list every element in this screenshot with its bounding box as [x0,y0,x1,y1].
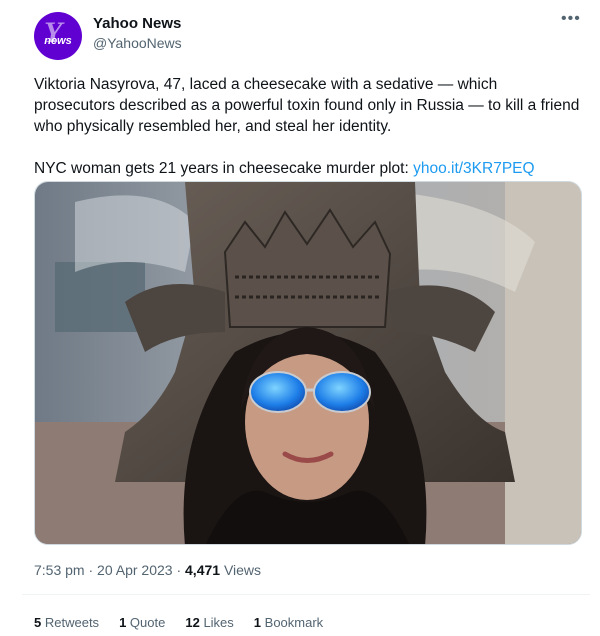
tweet-paragraph-2-text: NYC woman gets 21 years in cheesecake mu… [34,160,414,177]
more-options-icon[interactable]: ••• [561,10,581,28]
views-count: 4,471 [185,562,221,578]
avatar-label: news [44,35,72,47]
likes-label: Likes [203,615,234,630]
divider [22,594,590,595]
tweet-text: Viktoria Nasyrova, 47, laced a cheesecak… [34,74,582,179]
likes-stat[interactable]: 12 Likes [185,615,233,630]
engagement-stats: 5 Retweets 1 Quote 12 Likes 1 Bookmark [34,615,323,630]
tweet-paragraph-1: Viktoria Nasyrova, 47, laced a cheesecak… [34,76,580,135]
meta-separator: · [88,562,98,578]
tweet-time[interactable]: 7:53 pm [34,562,85,578]
tweet-photo[interactable] [34,181,582,545]
bookmarks-stat[interactable]: 1 Bookmark [254,615,323,630]
likes-count: 12 [185,615,200,630]
account-handle[interactable]: @YahooNews [93,35,182,51]
tweet-meta: 7:53 pm · 20 Apr 2023 · 4,471 Views [34,562,261,578]
avatar[interactable]: Y news [34,12,82,60]
article-link[interactable]: yhoo.it/3KR7PEQ [413,160,534,177]
account-name[interactable]: Yahoo News [93,15,181,32]
bookmarks-label: Bookmark [264,615,324,630]
retweets-count: 5 [34,615,42,630]
retweets-label: Retweets [44,615,100,630]
meta-separator: · [176,562,186,578]
tweet-date[interactable]: 20 Apr 2023 [97,562,173,578]
retweets-stat[interactable]: 5 Retweets [34,615,99,630]
quotes-stat[interactable]: 1 Quote [119,615,165,630]
bookmarks-count: 1 [253,615,262,630]
tweet-paragraph-2: NYC woman gets 21 years in cheesecake mu… [34,158,582,179]
quotes-count: 1 [119,615,127,630]
views-label: Views [223,562,262,578]
photo-illustration [35,182,581,544]
quotes-label: Quote [129,615,166,630]
